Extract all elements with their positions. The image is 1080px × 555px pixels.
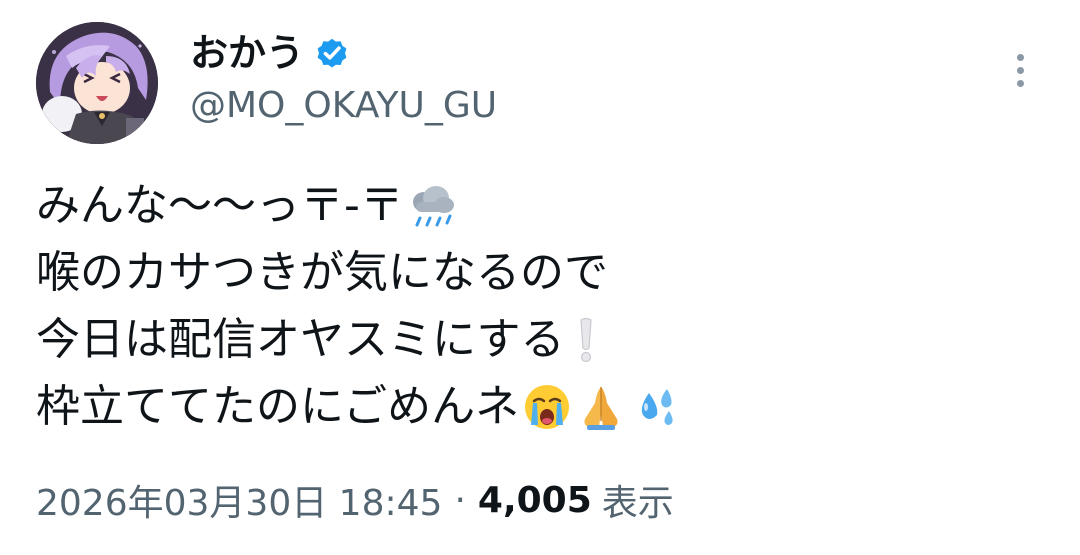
tweet: おかう @MO_OKAYU_GU みんな〜〜っ〒-〒 喉のカサつきが気になるので… bbox=[0, 0, 1080, 555]
view-count[interactable]: 4,005 bbox=[478, 480, 592, 521]
more-vertical-icon bbox=[1016, 53, 1024, 61]
more-vertical-icon-dot bbox=[1016, 79, 1024, 87]
tweet-text: みんな〜〜っ〒-〒 喉のカサつきが気になるので 今日は配信オヤスミにする 枠立て… bbox=[36, 172, 1036, 440]
white-exclamation-icon bbox=[572, 314, 600, 366]
meta-separator: · bbox=[454, 479, 466, 521]
cloud-with-rain-icon bbox=[406, 180, 458, 232]
tweet-line: 枠立ててたのにごめんネ bbox=[36, 373, 1036, 440]
tweet-line-text: 今日は配信オヤスミにする bbox=[36, 314, 565, 365]
avatar[interactable] bbox=[36, 22, 158, 144]
tweet-line-text: 喉のカサつきが気になるので bbox=[36, 247, 608, 298]
tweet-line: 今日は配信オヤスミにする bbox=[36, 306, 1036, 373]
verified-badge-icon[interactable] bbox=[314, 35, 350, 71]
loudly-crying-face-icon bbox=[521, 381, 573, 433]
sweat-droplets-icon bbox=[629, 381, 681, 433]
author-handle[interactable]: @MO_OKAYU_GU bbox=[190, 82, 497, 130]
tweet-line-text: 枠立ててたのにごめんネ bbox=[36, 381, 520, 432]
tweet-line-text: みんな〜〜っ〒-〒 bbox=[36, 180, 404, 231]
view-label: 表示 bbox=[601, 483, 674, 524]
tweet-meta: 2026年03月30日 18:45 · 4,005 表示 bbox=[36, 474, 674, 526]
folded-hands-icon bbox=[575, 381, 627, 433]
tweet-line: 喉のカサつきが気になるので bbox=[36, 239, 1036, 306]
more-vertical-icon-dot bbox=[1016, 66, 1024, 74]
timestamp[interactable]: 2026年03月30日 18:45 bbox=[36, 474, 442, 526]
display-name[interactable]: おかう bbox=[190, 28, 304, 78]
more-options-button[interactable] bbox=[1004, 46, 1036, 94]
tweet-line: みんな〜〜っ〒-〒 bbox=[36, 172, 1036, 239]
author-name-row: おかう bbox=[190, 28, 350, 78]
